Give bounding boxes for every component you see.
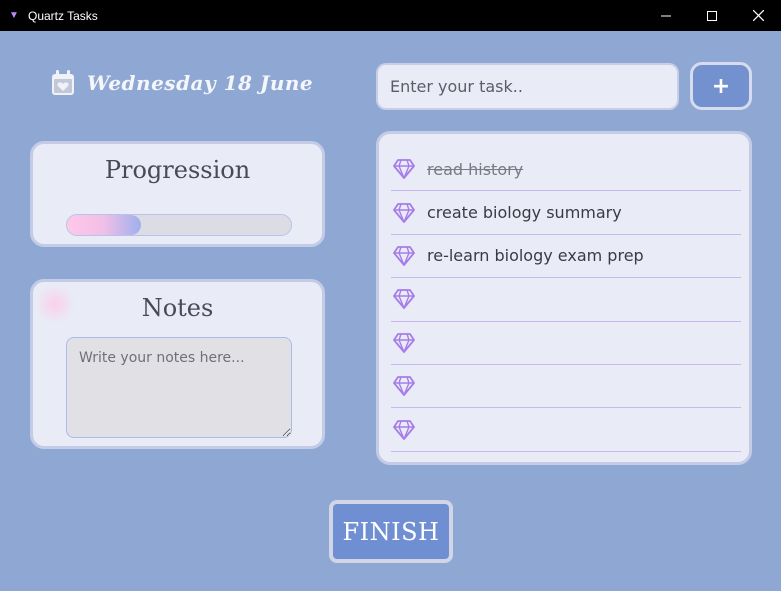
progress-bar — [66, 214, 292, 236]
maximize-button[interactable] — [689, 0, 735, 31]
task-text: re-learn biology exam prep — [427, 246, 644, 266]
app-gem-icon: ▼ — [9, 10, 19, 21]
task-item[interactable]: re-learn biology exam prep — [391, 235, 741, 279]
notes-textarea[interactable] — [66, 337, 292, 438]
task-text: create biology summary — [427, 203, 622, 223]
gem-icon — [393, 202, 415, 223]
task-text: read history — [427, 159, 524, 179]
gem-icon — [393, 289, 415, 310]
progress-card: Progression — [30, 141, 325, 247]
task-item[interactable]: read history — [391, 148, 741, 192]
task-item[interactable] — [391, 278, 741, 322]
progress-bar-fill — [67, 215, 141, 235]
task-list: read history create biology summary re-lea… — [391, 148, 741, 452]
calendar-heart-icon — [51, 70, 75, 96]
task-item[interactable]: create biology summary — [391, 191, 741, 235]
close-button[interactable] — [735, 0, 781, 31]
close-icon — [752, 10, 764, 21]
minimize-button[interactable] — [643, 0, 689, 31]
gem-icon — [393, 246, 415, 266]
maximize-icon — [707, 10, 717, 21]
finish-button[interactable]: FINISH — [329, 500, 453, 563]
window-title: Quartz Tasks — [28, 8, 98, 23]
notes-card: Notes — [30, 279, 325, 449]
notes-title: Notes — [141, 294, 214, 322]
task-item[interactable] — [391, 408, 741, 452]
minimize-icon — [661, 15, 671, 16]
date-header: Wednesday 18 June — [51, 70, 313, 96]
window-titlebar: ▼ Quartz Tasks — [0, 0, 781, 31]
decorative-glow — [35, 284, 75, 324]
task-input[interactable] — [376, 63, 679, 110]
progress-title: Progression — [104, 156, 251, 184]
gem-icon — [393, 419, 415, 440]
add-task-button[interactable]: + — [690, 62, 752, 110]
date-label: Wednesday 18 June — [87, 71, 314, 95]
gem-icon — [393, 332, 415, 353]
task-item[interactable] — [391, 322, 741, 365]
gem-icon — [393, 376, 415, 397]
task-item[interactable] — [391, 365, 741, 409]
task-list-card: read history create biology summary re-lea… — [376, 131, 752, 465]
gem-icon — [393, 159, 415, 180]
